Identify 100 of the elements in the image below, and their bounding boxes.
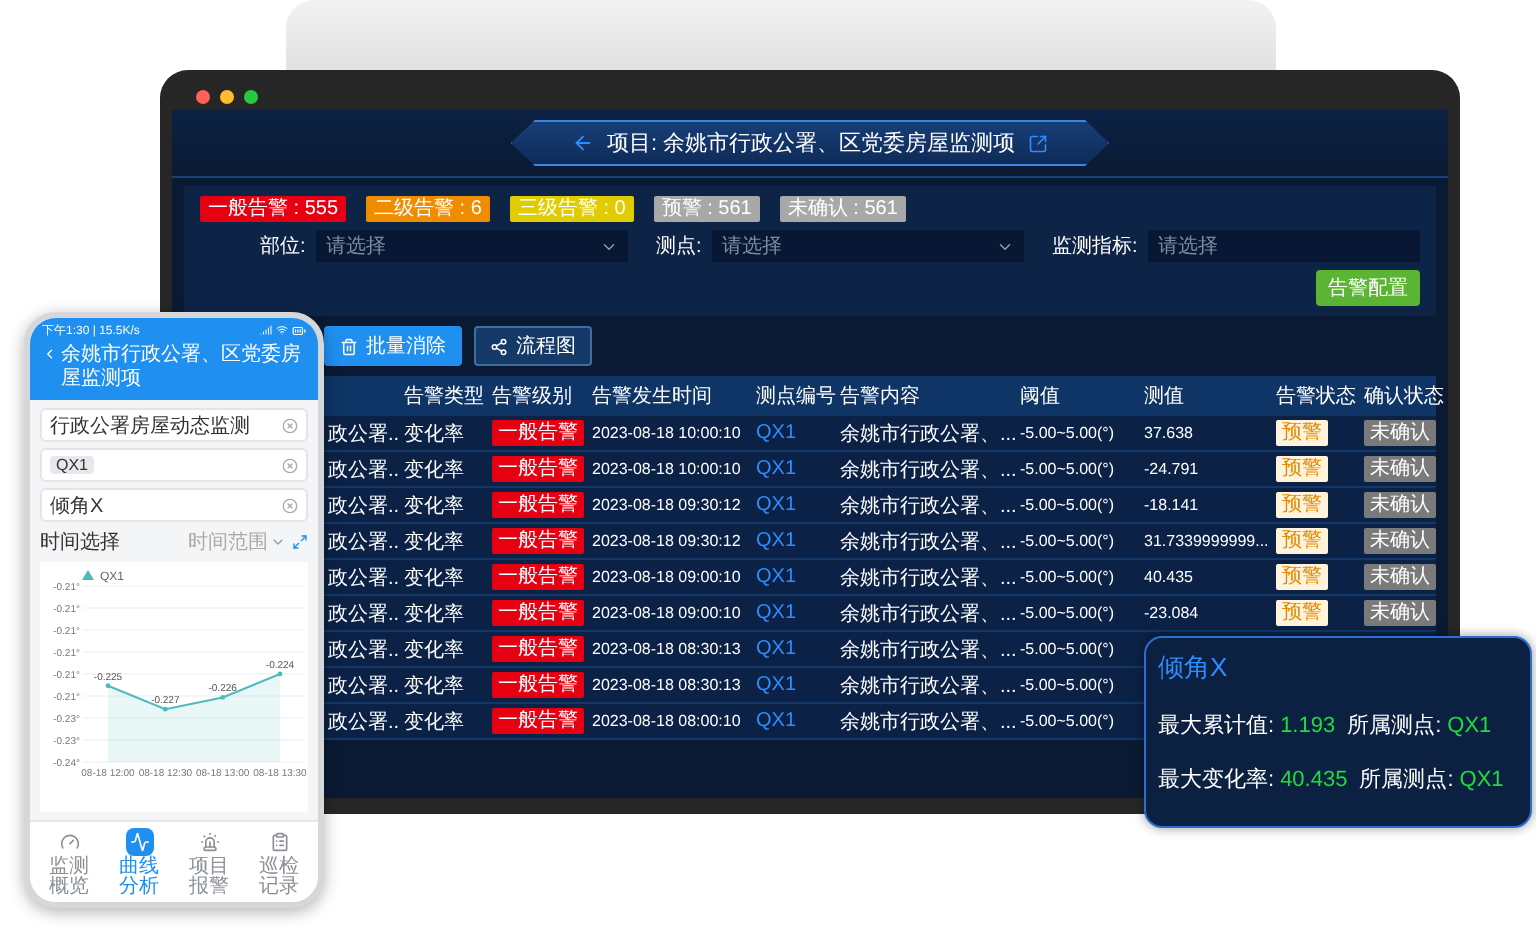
alarm-level-tag: 一般告警 <box>492 456 584 482</box>
stat-label: 最大累计值: <box>1158 712 1275 740</box>
table-cell-text: 政公署.. <box>326 565 400 591</box>
alarm-level-tag: 一般告警 <box>492 564 584 590</box>
column-header: 告警内容 <box>838 383 922 410</box>
table-cell-text: 2023-08-18 09:00:10 <box>590 568 741 586</box>
alarm-status-tag: 预警 <box>1276 492 1328 518</box>
table-cell-text: 余姚市行政公署、... <box>838 673 1017 699</box>
table-cell-text: 变化率 <box>402 601 464 627</box>
table-cell-text: 余姚市行政公署、... <box>838 601 1017 627</box>
alarm-level-tag: 一般告警 <box>492 420 584 446</box>
alarm-count-badge: 未确认 : 561 <box>779 196 906 222</box>
alarm-level-tag: 一般告警 <box>492 636 584 662</box>
table-cell-text: 余姚市行政公署、... <box>838 529 1017 555</box>
stat-label: 所属测点: <box>1347 711 1442 740</box>
table-cell-text: 政公署.. <box>326 457 400 483</box>
table-cell-text: -5.00~5.00(°) <box>1018 424 1115 442</box>
column-header: 阈值 <box>1018 384 1062 410</box>
stat-value: 40.435 <box>1280 768 1348 792</box>
alarm-count-badge: 预警 : 561 <box>653 196 760 222</box>
alarm-status-tag: 预警 <box>1276 528 1328 554</box>
table-cell-text: 2023-08-18 08:30:13 <box>590 676 741 694</box>
point-tag: QX1 <box>50 456 95 474</box>
table-cell-text: -5.00~5.00(°) <box>1018 532 1115 550</box>
column-header: 确认状态 <box>1362 383 1446 410</box>
table-cell-text: -5.00~5.00(°) <box>1018 568 1115 586</box>
confirm-status-tag: 未确认 <box>1364 420 1436 446</box>
confirm-status-tag: 未确认 <box>1364 600 1436 626</box>
alarm-level-tag: 一般告警 <box>492 672 584 698</box>
column-header: 测点编号 <box>754 383 836 410</box>
column-header: 告警类型 <box>402 383 486 410</box>
table-cell-text: -24.791 <box>1142 460 1199 478</box>
filter-label: 监测指标: <box>1052 233 1138 260</box>
column-header: 告警状态 <box>1274 383 1358 410</box>
table-cell-text: 政公署.. <box>326 673 400 699</box>
table-cell-text: 40.435 <box>1142 568 1193 586</box>
stat-label: 所属测点: <box>1359 765 1454 794</box>
alarm-level-tag: 一般告警 <box>492 708 584 734</box>
table-cell-text: 变化率 <box>402 637 464 663</box>
table-cell-text: 余姚市行政公署、... <box>838 637 1017 663</box>
table-cell-text: -18.141 <box>1142 496 1199 514</box>
filter-label: 测点: <box>656 233 702 260</box>
table-cell-text: 变化率 <box>402 673 464 699</box>
table-cell-text: 政公署.. <box>326 709 400 735</box>
table-cell-text: 政公署.. <box>326 529 400 555</box>
confirm-status-tag: 未确认 <box>1364 492 1436 518</box>
table-cell-text: 变化率 <box>402 565 464 591</box>
table-cell-text: 31.7339999999... <box>1142 532 1269 550</box>
table-cell-text: 2023-08-18 08:00:10 <box>590 712 741 730</box>
alarm-status-tag: 预警 <box>1276 600 1328 626</box>
table-cell-text: 2023-08-18 10:00:10 <box>590 460 741 478</box>
table-cell-text: 2023-08-18 09:00:10 <box>590 604 741 622</box>
table-cell-text: 政公署.. <box>326 637 400 663</box>
table-cell-text: 变化率 <box>402 709 464 735</box>
table-cell-text: -5.00~5.00(°) <box>1018 640 1115 658</box>
alarm-level-tag: 一般告警 <box>492 492 584 518</box>
table-cell-text: 变化率 <box>402 529 464 555</box>
table-cell-text: 余姚市行政公署、... <box>838 709 1017 735</box>
confirm-status-tag: 未确认 <box>1364 564 1436 590</box>
table-cell-text: 余姚市行政公署、... <box>838 457 1017 483</box>
phone-title: 余姚市行政公署、区党委房屋监测项 <box>61 344 304 392</box>
table-cell-text: 政公署.. <box>326 493 400 519</box>
table-cell-text: 余姚市行政公署、... <box>838 421 1017 447</box>
alarm-level-tag: 一般告警 <box>492 600 584 626</box>
filter-label: 部位: <box>260 233 306 260</box>
stat-value: 1.193 <box>1280 714 1336 738</box>
stat-label: 最大变化率: <box>1158 765 1275 794</box>
table-cell-text: 2023-08-18 09:30:12 <box>590 532 741 550</box>
table-cell-text: -5.00~5.00(°) <box>1018 604 1115 622</box>
table-cell-text: 变化率 <box>402 493 464 519</box>
alarm-count-badge: 一般告警 : 555 <box>200 196 347 222</box>
table-cell-text: 2023-08-18 08:30:13 <box>590 640 741 658</box>
time-label: 时间选择 <box>40 529 122 556</box>
table-cell-text: -5.00~5.00(°) <box>1018 712 1115 730</box>
table-cell-text: 余姚市行政公署、... <box>838 493 1017 519</box>
table-cell-text: -5.00~5.00(°) <box>1018 676 1115 694</box>
page-title: 项目: 余姚市行政公署、区党委房屋监测项 <box>606 129 1016 158</box>
confirm-status-tag: 未确认 <box>1364 528 1436 554</box>
table-cell-text: -23.084 <box>1142 604 1199 622</box>
alarm-status-tag: 预警 <box>1276 564 1328 590</box>
table-cell-text: 变化率 <box>402 457 464 483</box>
table-cell-text: 政公署.. <box>326 601 400 627</box>
alarm-status-tag: 预警 <box>1276 420 1328 446</box>
table-cell-text: -5.00~5.00(°) <box>1018 496 1115 514</box>
alarm-level-tag: 一般告警 <box>492 528 584 554</box>
table-cell-text: 37.638 <box>1142 424 1193 442</box>
column-header: 测值 <box>1142 383 1186 410</box>
table-cell-text: 2023-08-18 10:00:10 <box>590 424 741 442</box>
stat-value: QX1 <box>1447 714 1492 738</box>
confirm-status-tag: 未确认 <box>1364 456 1436 482</box>
alarm-count-badge: 二级告警 : 6 <box>366 196 490 222</box>
table-cell-text: 变化率 <box>402 421 464 447</box>
table-cell-text: -5.00~5.00(°) <box>1018 460 1115 478</box>
stat-value: QX1 <box>1459 768 1504 792</box>
alarm-status-tag: 预警 <box>1276 456 1328 482</box>
table-cell-text: 余姚市行政公署、... <box>838 565 1017 591</box>
column-header: 告警发生时间 <box>590 383 714 410</box>
column-header: 告警级别 <box>490 383 574 410</box>
table-cell-text: 政公署.. <box>326 421 400 447</box>
table-cell-text: 2023-08-18 09:30:12 <box>590 496 741 514</box>
